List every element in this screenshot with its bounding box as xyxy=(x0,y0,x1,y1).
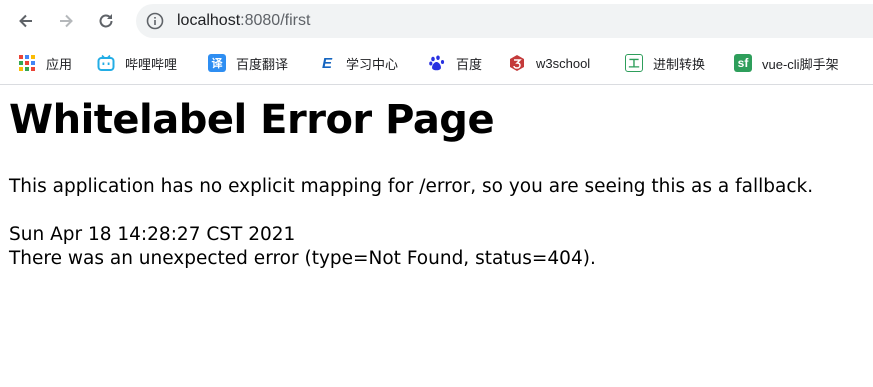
page-title: Whitelabel Error Page xyxy=(9,97,495,143)
bookmark-label: 学习中心 xyxy=(346,56,399,72)
bookmark-label: 应用 xyxy=(46,56,73,72)
back-button[interactable] xyxy=(13,8,39,34)
bookmark-apps[interactable]: 应用 xyxy=(18,53,72,73)
segmentfault-icon: sf xyxy=(734,54,752,72)
reload-icon xyxy=(99,14,113,28)
forward-button[interactable] xyxy=(53,8,79,34)
arrow-left-icon xyxy=(19,14,32,28)
url-path: :8080/first xyxy=(240,12,311,29)
bookmark-label: 百度 xyxy=(456,56,483,72)
browser-toolbar: localhost:8080/first xyxy=(0,0,873,42)
bookmark-vue-cli[interactable]: sf vue-cli脚手架 xyxy=(734,53,839,73)
bookmarks-bar: 应用 哔哩哔哩 译 百度翻译 E 学习中心 百度 w3school 工 进制转换… xyxy=(0,42,873,85)
baidu-translate-icon: 译 xyxy=(208,54,226,72)
error-message: This application has no explicit mapping… xyxy=(9,176,814,197)
url-text[interactable]: localhost:8080/first xyxy=(177,11,310,31)
bookmark-bilibili[interactable]: 哔哩哔哩 xyxy=(97,53,177,73)
apps-grid-icon xyxy=(18,54,36,72)
url-host: localhost xyxy=(177,12,241,29)
address-bar[interactable]: localhost:8080/first xyxy=(136,4,873,38)
learning-center-icon: E xyxy=(321,54,332,72)
w3school-icon xyxy=(508,54,526,72)
bookmark-baidu[interactable]: 百度 xyxy=(428,53,482,73)
arrow-right-icon xyxy=(60,14,73,28)
error-status: There was an unexpected error (type=Not … xyxy=(9,248,596,269)
info-icon[interactable] xyxy=(146,12,164,30)
bookmark-label: vue-cli脚手架 xyxy=(762,56,839,72)
base-convert-icon: 工 xyxy=(625,54,643,72)
baidu-paw-icon xyxy=(428,54,446,72)
error-details: Sun Apr 18 14:28:27 CST 2021 There was a… xyxy=(9,223,596,271)
bookmark-baidu-translate[interactable]: 译 百度翻译 xyxy=(208,53,288,73)
bookmark-label: 百度翻译 xyxy=(236,56,289,72)
bilibili-icon xyxy=(97,54,115,72)
bookmark-base-convert[interactable]: 工 进制转换 xyxy=(625,53,705,73)
bookmark-learning-center[interactable]: E 学习中心 xyxy=(318,53,398,73)
bookmark-label: 进制转换 xyxy=(653,56,706,72)
error-timestamp: Sun Apr 18 14:28:27 CST 2021 xyxy=(9,224,296,245)
bookmark-w3school[interactable]: w3school xyxy=(508,53,590,73)
reload-button[interactable] xyxy=(93,8,119,34)
bookmark-label: 哔哩哔哩 xyxy=(125,56,178,72)
bookmark-label: w3school xyxy=(536,55,591,71)
